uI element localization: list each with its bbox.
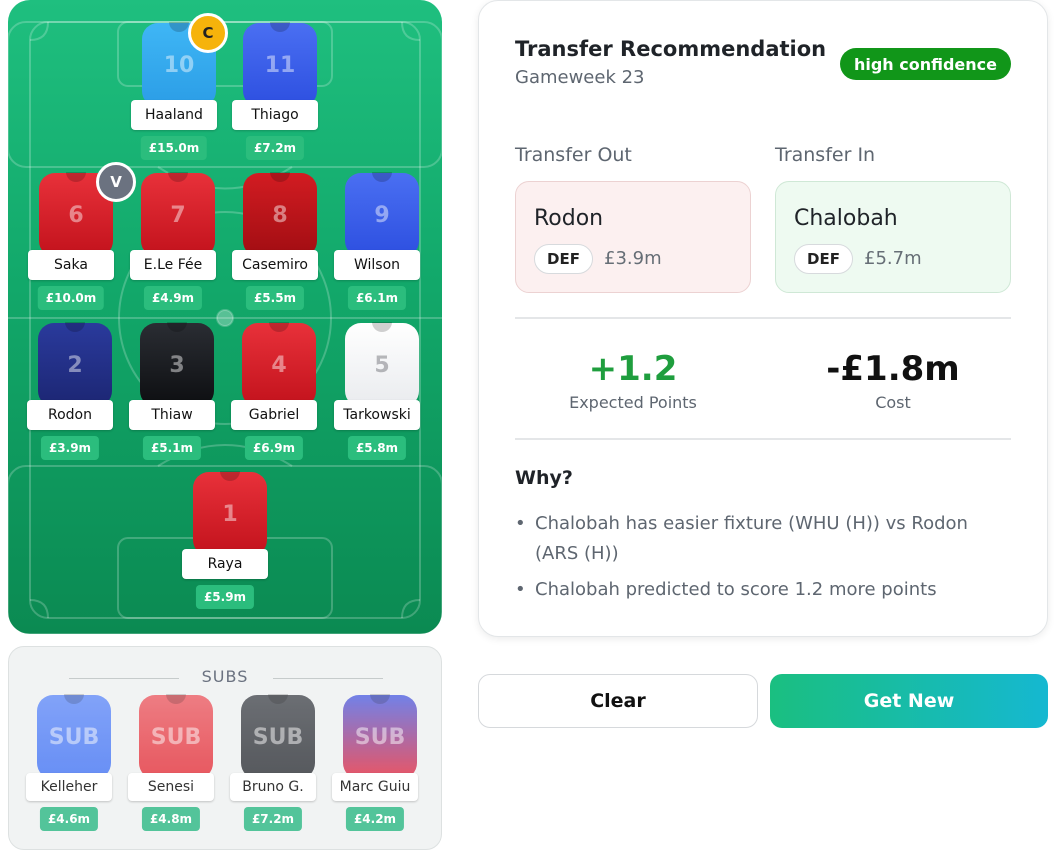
gameweek-label: Gameweek 23 — [515, 67, 645, 88]
shirt-icon: SUB — [37, 694, 111, 779]
player-name: Wilson — [334, 250, 420, 280]
shirt-icon: 1 — [193, 471, 267, 556]
shirt-icon: 3 — [140, 322, 214, 407]
shirt-icon: 8 — [243, 172, 317, 257]
player-price: £5.9m — [195, 585, 255, 609]
expected-points-stat: +1.2 Expected Points — [508, 349, 758, 412]
player-name: Raya — [182, 549, 268, 579]
player-name: Thiago — [232, 100, 318, 130]
player-price: £4.2m — [345, 807, 405, 831]
player-price: £5.8m — [347, 436, 407, 460]
sub-player-card[interactable]: SUB Marc Guiu £4.2m — [330, 694, 420, 845]
player-card[interactable]: 2 Rodon £3.9m — [25, 300, 115, 460]
position-badge: DEF — [794, 244, 853, 274]
expected-points-value: +1.2 — [588, 349, 678, 389]
sub-player-card[interactable]: SUB Senesi £4.8m — [126, 694, 216, 845]
transfer-in-price: £5.7m — [864, 248, 922, 269]
shirt-icon: 4 — [242, 322, 316, 407]
player-card[interactable]: 4 Gabriel £6.9m — [229, 300, 319, 460]
transfer-in-box: Chalobah DEF £5.7m — [775, 181, 1011, 293]
position-badge: DEF — [534, 244, 593, 274]
player-name: Gabriel — [231, 400, 317, 430]
cost-label: Cost — [875, 393, 911, 412]
captain-badge: C — [188, 13, 228, 53]
player-price: £4.8m — [141, 807, 201, 831]
player-name: Bruno G. — [230, 773, 316, 801]
shirt-icon: SUB — [343, 694, 417, 779]
reason-item: Chalobah has easier fixture (WHU (H)) vs… — [515, 509, 985, 569]
card-title: Transfer Recommendation — [515, 37, 827, 61]
transfer-out-price: £3.9m — [604, 248, 662, 269]
player-price: £4.6m — [39, 807, 99, 831]
player-price: £7.2m — [243, 807, 303, 831]
transfer-in-player: Chalobah — [794, 206, 898, 231]
shirt-icon: 5 — [345, 322, 419, 407]
get-new-button[interactable]: Get New — [770, 674, 1048, 728]
divider — [515, 438, 1011, 440]
shirt-icon: 11 — [243, 22, 317, 107]
cost-value: -£1.8m — [826, 349, 960, 389]
transfer-in-label: Transfer In — [775, 144, 876, 166]
player-card[interactable]: 6 V Saka £10.0m — [26, 150, 136, 310]
player-name: Marc Guiu — [332, 773, 418, 801]
transfer-out-player: Rodon — [534, 206, 604, 231]
player-card[interactable]: 11 Thiago £7.2m — [230, 0, 320, 160]
player-name: E.Le Fée — [130, 250, 216, 280]
clear-button[interactable]: Clear — [478, 674, 758, 728]
player-card[interactable]: 5 Tarkowski £5.8m — [332, 300, 422, 460]
player-name: Senesi — [128, 773, 214, 801]
player-name: Saka — [28, 250, 114, 280]
player-card[interactable]: 10 C Haaland £15.0m — [129, 0, 228, 160]
shirt-icon: 2 — [38, 322, 112, 407]
shirt-icon: 7 — [141, 172, 215, 257]
reason-item: Chalobah predicted to score 1.2 more poi… — [515, 575, 985, 605]
reasons-list: Chalobah has easier fixture (WHU (H)) vs… — [515, 509, 985, 611]
divider — [273, 678, 383, 679]
player-name: Thiaw — [129, 400, 215, 430]
shirt-icon: SUB — [241, 694, 315, 779]
divider — [515, 317, 1011, 319]
player-price: £3.9m — [40, 436, 100, 460]
player-name: Haaland — [131, 100, 217, 130]
why-heading: Why? — [515, 467, 573, 489]
player-card[interactable]: 1 Raya £5.9m — [180, 449, 270, 609]
player-card[interactable]: 7 E.Le Fée £4.9m — [128, 150, 218, 310]
player-name: Kelleher — [26, 773, 112, 801]
sub-player-card[interactable]: SUB Kelleher £4.6m — [24, 694, 114, 845]
transfer-out-label: Transfer Out — [515, 144, 632, 166]
pitch: 10 C Haaland £15.0m 11 Thiago £7.2m 6 V … — [8, 0, 442, 634]
player-card[interactable]: 9 Wilson £6.1m — [332, 150, 422, 310]
shirt-icon: 9 — [345, 172, 419, 257]
subs-bench: SUBS SUB Kelleher £4.6m SUB Senesi £4.8m… — [8, 646, 442, 850]
transfer-recommendation-card: Transfer Recommendation Gameweek 23 high… — [478, 0, 1048, 637]
player-name: Casemiro — [232, 250, 318, 280]
subs-title: SUBS — [201, 667, 249, 686]
cost-stat: -£1.8m Cost — [768, 349, 1018, 412]
player-name: Rodon — [27, 400, 113, 430]
shirt-icon: SUB — [139, 694, 213, 779]
player-card[interactable]: 8 Casemiro £5.5m — [230, 150, 320, 310]
sub-player-card[interactable]: SUB Bruno G. £7.2m — [228, 694, 318, 845]
transfer-out-box: Rodon DEF £3.9m — [515, 181, 751, 293]
player-name: Tarkowski — [334, 400, 420, 430]
player-card[interactable]: 3 Thiaw £5.1m — [127, 300, 217, 460]
expected-points-label: Expected Points — [569, 393, 697, 412]
confidence-badge: high confidence — [839, 48, 1011, 80]
